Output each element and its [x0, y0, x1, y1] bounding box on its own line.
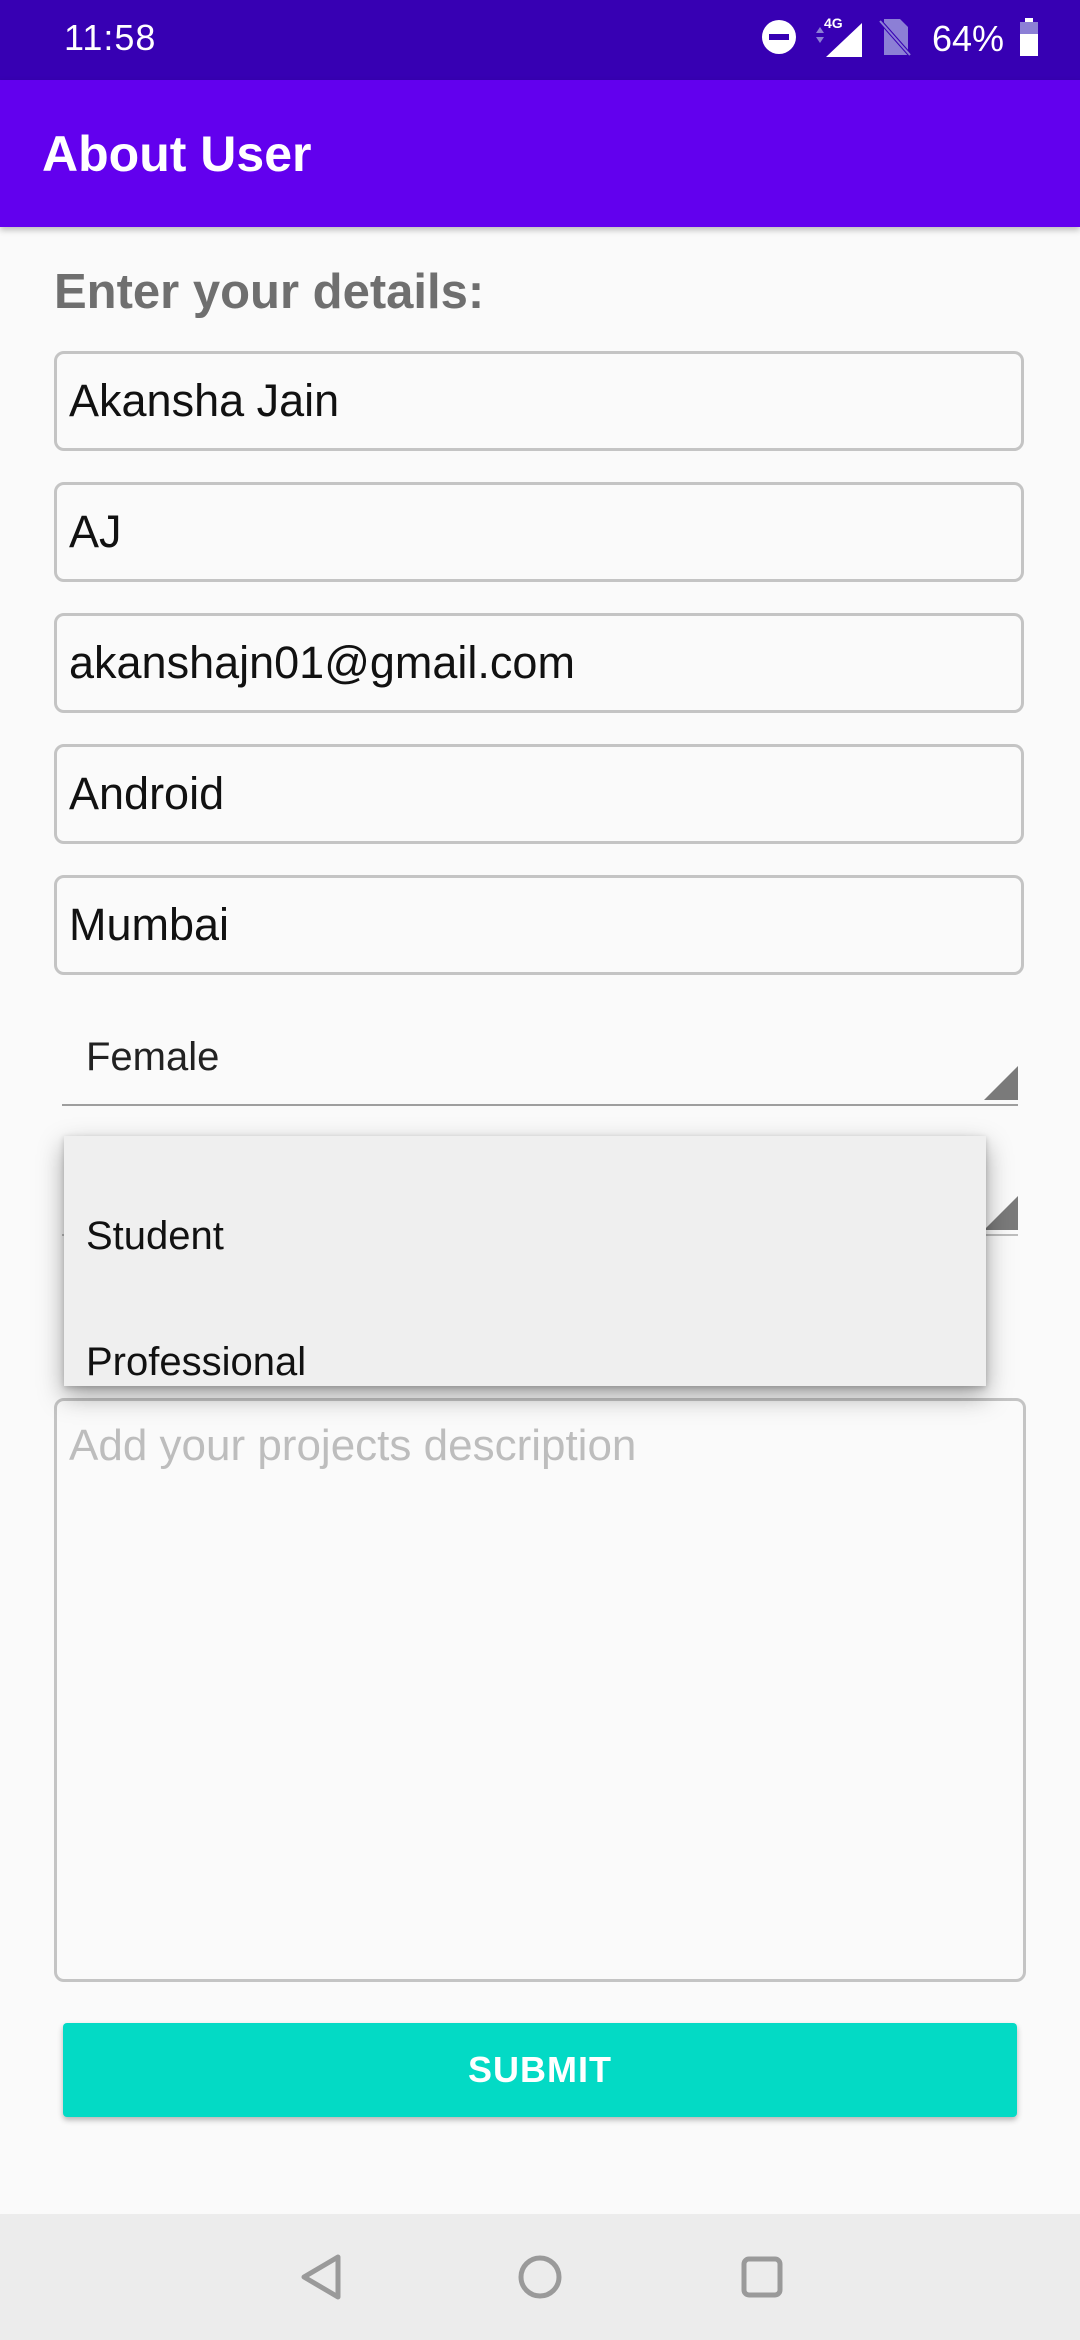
no-sim-icon [878, 17, 912, 62]
page-title: About User [42, 126, 312, 182]
dropdown-option-student[interactable]: Student [86, 1200, 966, 1272]
app-bar: About User [0, 80, 1080, 227]
description-textarea[interactable]: Add your projects description [54, 1398, 1026, 1982]
name-field-value: Akansha Jain [69, 375, 340, 426]
gender-spinner-value: Female [86, 1035, 220, 1079]
description-placeholder: Add your projects description [69, 1421, 637, 1470]
dropdown-arrow-icon [984, 1196, 1018, 1230]
navigation-bar [0, 2214, 1080, 2340]
back-icon[interactable] [286, 2241, 358, 2313]
home-icon[interactable] [504, 2241, 576, 2313]
battery-percentage: 64% [931, 18, 1004, 59]
email-field[interactable]: akanshajn01@gmail.com [54, 613, 1024, 713]
occupation-dropdown-menu: Student Professional [64, 1136, 986, 1386]
skill-field-value: Android [69, 768, 225, 819]
status-time: 11:58 [64, 17, 157, 58]
network-type-label: 4G [823, 15, 843, 31]
gender-spinner[interactable]: Female [62, 1010, 1018, 1106]
name-field[interactable]: Akansha Jain [54, 351, 1024, 451]
dropdown-option-professional[interactable]: Professional [86, 1326, 966, 1398]
nickname-field[interactable]: AJ [54, 482, 1024, 582]
do-not-disturb-icon [760, 18, 798, 61]
email-field-value: akanshajn01@gmail.com [69, 637, 575, 688]
cellular-signal-icon: 4G [812, 15, 864, 59]
status-icons: 4G 64% [760, 14, 1040, 64]
submit-button[interactable]: SUBMIT [63, 2023, 1017, 2117]
dropdown-arrow-icon [984, 1066, 1018, 1100]
battery-icon [1018, 17, 1040, 62]
form-heading: Enter your details: [54, 265, 485, 319]
recents-icon[interactable] [726, 2241, 798, 2313]
status-bar: 11:58 4G 64% [0, 0, 1080, 80]
nickname-field-value: AJ [69, 506, 122, 557]
city-field[interactable]: Mumbai [54, 875, 1024, 975]
skill-field[interactable]: Android [54, 744, 1024, 844]
city-field-value: Mumbai [69, 899, 230, 950]
